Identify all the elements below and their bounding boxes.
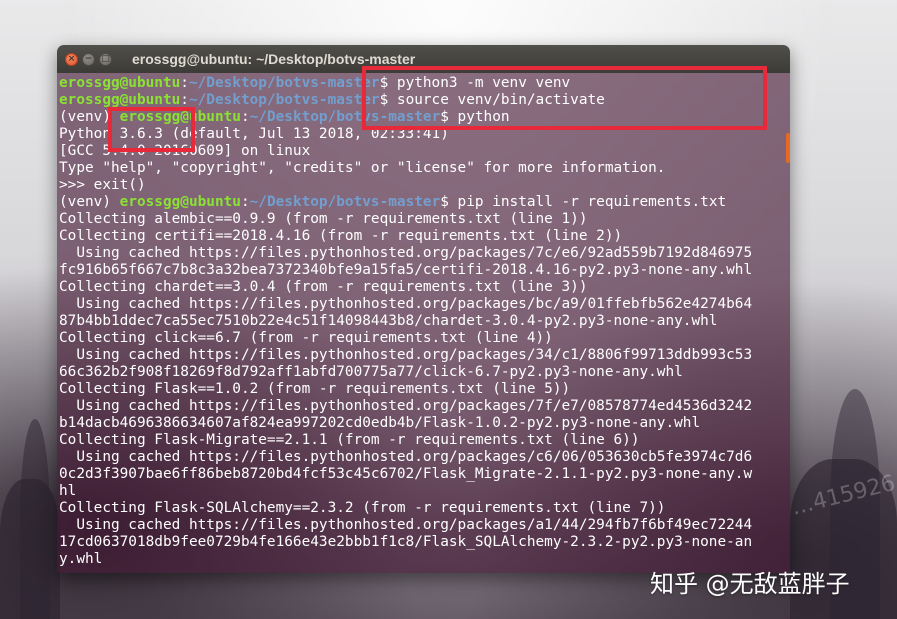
terminal-text: hl — [59, 483, 77, 499]
terminal-text: Collecting Flask-Migrate==2.1.1 (from -r… — [59, 432, 640, 448]
terminal-text: 66c362b2f908f18269f8d792aff1abfd700775a7… — [59, 364, 683, 380]
terminal-line: 0c2d3f3907bae6ff86beb8720bd4fcf53c45c670… — [59, 466, 790, 483]
terminal-text: $ pip install -r requirements.txt — [440, 194, 727, 210]
terminal-text: : — [180, 92, 189, 108]
terminal-text: Using cached https://files.pythonhosted.… — [59, 245, 753, 261]
scroll-thumb[interactable] — [786, 133, 790, 163]
close-icon[interactable]: × — [65, 52, 78, 66]
terminal-line: Using cached https://files.pythonhosted.… — [59, 347, 790, 364]
annotation-box-python-version — [108, 107, 195, 152]
terminal-line: Using cached https://files.pythonhosted.… — [59, 296, 790, 313]
terminal-line: 87b4bb1ddec7ca55ec7510b22e4c51f14098443b… — [59, 313, 790, 330]
prompt-user: erossgg@ubuntu — [59, 75, 181, 91]
terminal-text: 0c2d3f3907bae6ff86beb8720bd4fcf53c45c670… — [59, 466, 753, 482]
terminal-line: >>> exit() — [59, 177, 790, 194]
terminal-text: fc916b65f667c7b8c3a32bea7372340bfe9a15fa… — [59, 262, 753, 278]
terminal-line: Collecting Flask-Migrate==2.1.1 (from -r… — [59, 432, 790, 449]
annotation-box-commands — [362, 66, 767, 130]
prompt-path: ~/Desktop/botvs-master — [249, 194, 441, 210]
terminal-text: 17cd0637018db9fee0729b4fe166e43e2bbb1f1c… — [59, 534, 753, 550]
terminal-line: Collecting chardet==3.0.4 (from -r requi… — [59, 279, 790, 296]
terminal-line: Using cached https://files.pythonhosted.… — [59, 517, 790, 534]
terminal-text: : — [240, 109, 250, 125]
prompt-user: erossgg@ubuntu — [119, 194, 241, 210]
terminal-line: Collecting certifi==2018.4.16 (from -r r… — [59, 228, 790, 245]
prompt-path: ~/Desktop/botvs-master — [188, 75, 380, 91]
terminal-text: (venv) — [59, 194, 120, 210]
terminal-line: Collecting alembic==0.9.9 (from -r requi… — [59, 211, 790, 228]
terminal-text: Using cached https://files.pythonhosted.… — [59, 449, 753, 465]
terminal-line: Collecting Flask-SQLAlchemy==2.3.2 (from… — [59, 500, 790, 517]
terminal-line: Type "help", "copyright", "credits" or "… — [59, 160, 790, 177]
terminal-line: Collecting click==6.7 (from -r requireme… — [59, 330, 790, 347]
maximize-icon[interactable]: □ — [99, 52, 112, 66]
terminal-text: : — [180, 75, 189, 91]
terminal-line: fc916b65f667c7b8c3a32bea7372340bfe9a15fa… — [59, 262, 790, 279]
prompt-path: ~/Desktop/botvs-master — [188, 92, 380, 108]
terminal-text: Using cached https://files.pythonhosted.… — [59, 347, 753, 363]
prompt-user: erossgg@ubuntu — [59, 92, 181, 108]
watermark-zhihu: 知乎 @无敌蓝胖子 — [650, 570, 850, 598]
terminal-line: Using cached https://files.pythonhosted.… — [59, 449, 790, 466]
terminal-text: Collecting chardet==3.0.4 (from -r requi… — [59, 279, 588, 295]
window-title: erossgg@ubuntu: ~/Desktop/botvs-master — [132, 51, 416, 67]
terminal-text: Collecting click==6.7 (from -r requireme… — [59, 330, 553, 346]
terminal-text: Using cached https://files.pythonhosted.… — [59, 398, 753, 414]
terminal-line: b14dacb4696386634607af824ea997202cd0edb4… — [59, 415, 790, 432]
terminal-text: : — [240, 194, 250, 210]
terminal-text: Type "help", "copyright", "credits" or "… — [59, 160, 666, 176]
terminal-text: Collecting Flask==1.0.2 (from -r require… — [59, 381, 571, 397]
terminal-text: b14dacb4696386634607af824ea997202cd0edb4… — [59, 415, 701, 431]
terminal-text: y.whl — [59, 551, 103, 567]
terminal-line: Collecting Flask==1.0.2 (from -r require… — [59, 381, 790, 398]
terminal-text: 87b4bb1ddec7ca55ec7510b22e4c51f14098443b… — [59, 313, 718, 329]
terminal-line: 17cd0637018db9fee0729b4fe166e43e2bbb1f1c… — [59, 534, 790, 551]
terminal-line: Using cached https://files.pythonhosted.… — [59, 398, 790, 415]
terminal-text: Collecting alembic==0.9.9 (from -r requi… — [59, 211, 588, 227]
terminal-text: Collecting Flask-SQLAlchemy==2.3.2 (from… — [59, 500, 666, 516]
terminal-line: 66c362b2f908f18269f8d792aff1abfd700775a7… — [59, 364, 790, 381]
terminal-line: (venv) erossgg@ubuntu:~/Desktop/botvs-ma… — [59, 194, 790, 211]
minimize-icon[interactable]: − — [82, 52, 95, 66]
terminal-text: >>> exit() — [59, 177, 146, 193]
terminal-text: Using cached https://files.pythonhosted.… — [59, 517, 753, 533]
terminal-line: hl — [59, 483, 790, 500]
terminal-line: Using cached https://files.pythonhosted.… — [59, 245, 790, 262]
tree-silhouette — [20, 419, 50, 619]
terminal-text: Collecting certifi==2018.4.16 (from -r r… — [59, 228, 623, 244]
terminal-text: Using cached https://files.pythonhosted.… — [59, 296, 753, 312]
